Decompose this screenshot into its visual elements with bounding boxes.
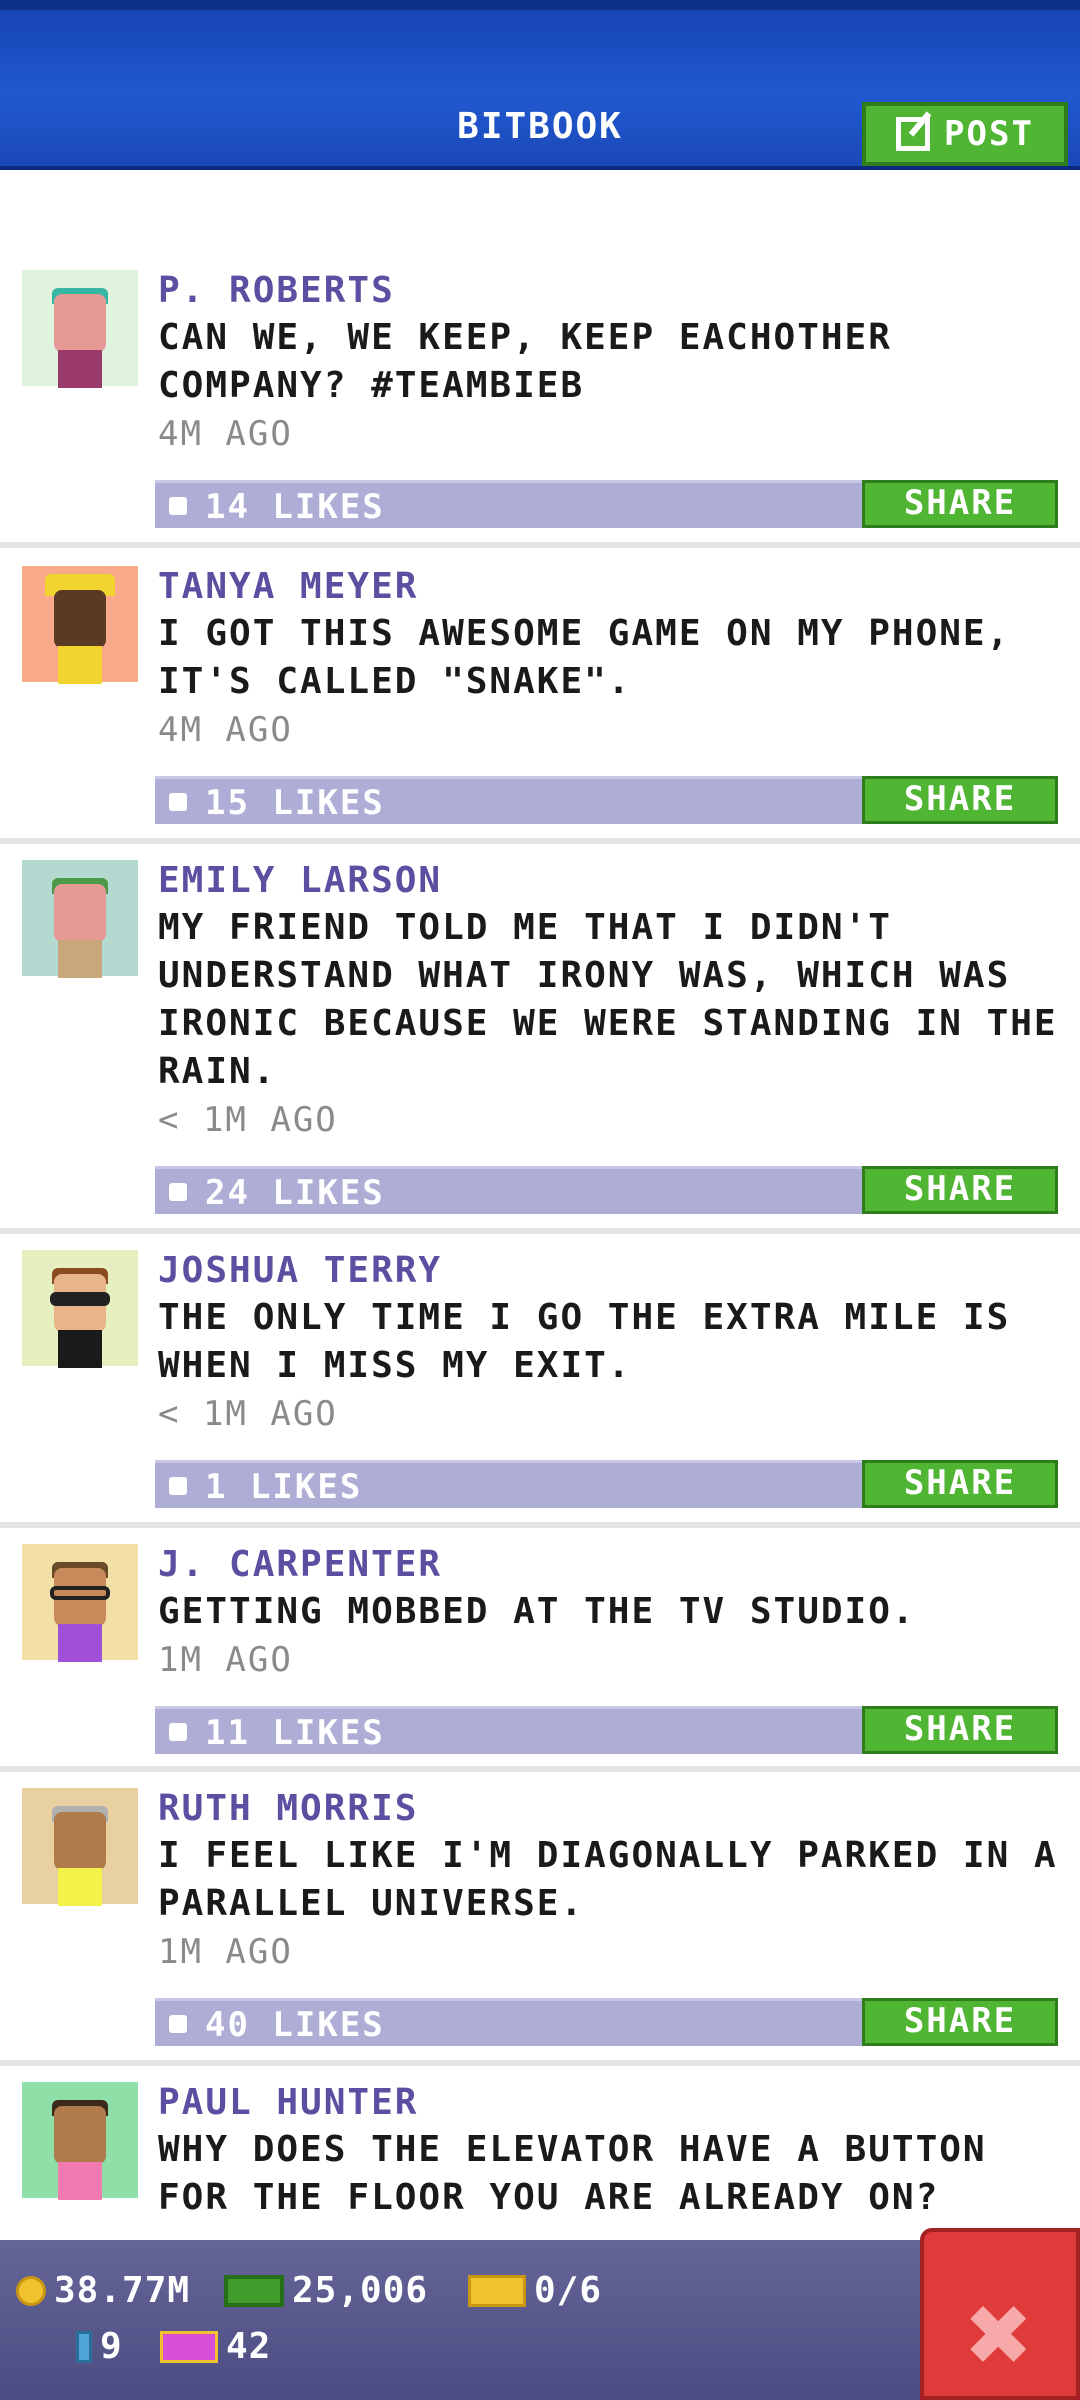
author-name[interactable]: EMILY LARSON (158, 860, 442, 901)
post-time: < 1M AGO (158, 1100, 338, 1140)
thumbs-up-icon (169, 793, 187, 811)
close-icon: ✖ (966, 2270, 1034, 2398)
post-time: < 1M AGO (158, 1394, 338, 1434)
app-header: BITBOOK POST (0, 0, 1080, 170)
vip-icon (160, 2330, 218, 2363)
likes-count: 11 LIKES (205, 1713, 385, 1753)
author-name[interactable]: PAUL HUNTER (158, 2082, 418, 2123)
thumbs-up-icon (169, 1183, 187, 1201)
avatar (22, 1250, 138, 1368)
share-button[interactable]: SHARE (862, 1460, 1058, 1508)
share-button[interactable]: SHARE (862, 776, 1058, 824)
bux-icon (76, 2330, 92, 2363)
post-time: 1M AGO (158, 1640, 293, 1680)
likes-count: 14 LIKES (205, 487, 385, 527)
author-name[interactable]: TANYA MEYER (158, 566, 418, 607)
close-button[interactable]: ✖ (920, 2228, 1080, 2400)
bux-value: 9 (100, 2326, 123, 2367)
divider (0, 1522, 1080, 1528)
coins-stat: 38.77M (16, 2270, 190, 2311)
thumbs-up-icon (169, 2015, 187, 2033)
post-button[interactable]: POST (862, 102, 1068, 166)
status-bar: 38.77M 25,006 0/6 9 42 (0, 2240, 1080, 2400)
avatar (22, 270, 138, 388)
share-button[interactable]: SHARE (862, 480, 1058, 528)
compose-icon (896, 117, 931, 151)
post-time: 4M AGO (158, 414, 293, 454)
likes-count: 15 LIKES (205, 783, 385, 823)
post-text: I FEEL LIKE I'M DIAGONALLY PARKED IN A P… (158, 1835, 1058, 1924)
divider (0, 1766, 1080, 1772)
post-text: CAN WE, WE KEEP, KEEP EACHOTHER COMPANY?… (158, 317, 892, 406)
bux-stat: 9 (76, 2326, 123, 2367)
share-button[interactable]: SHARE (862, 1706, 1058, 1754)
post-button-label: POST (944, 114, 1034, 154)
avatar (22, 1788, 138, 1906)
likes-count: 24 LIKES (205, 1173, 385, 1213)
share-button[interactable]: SHARE (862, 1998, 1058, 2046)
share-button[interactable]: SHARE (862, 1166, 1058, 1214)
divider (0, 838, 1080, 844)
tickets-stat: 0/6 (468, 2270, 602, 2311)
divider (0, 1228, 1080, 1234)
author-name[interactable]: P. ROBERTS (158, 270, 395, 311)
feed-list[interactable]: P. ROBERTS CAN WE, WE KEEP, KEEP EACHOTH… (0, 170, 1080, 2240)
likes-count: 1 LIKES (205, 1467, 363, 1507)
coin-icon (16, 2275, 46, 2306)
author-name[interactable]: J. CARPENTER (158, 1544, 442, 1585)
post-time: 4M AGO (158, 710, 293, 750)
post-text: THE ONLY TIME I GO THE EXTRA MILE IS WHE… (158, 1297, 1011, 1386)
author-name[interactable]: JOSHUA TERRY (158, 1250, 442, 1291)
vip-value: 42 (226, 2326, 272, 2367)
avatar (22, 860, 138, 978)
post-text: MY FRIEND TOLD ME THAT I DIDN'T UNDERSTA… (158, 907, 1058, 1092)
thumbs-up-icon (169, 1477, 187, 1495)
thumbs-up-icon (169, 1723, 187, 1741)
post-text: WHY DOES THE ELEVATOR HAVE A BUTTON FOR … (158, 2129, 987, 2218)
vip-stat: 42 (160, 2326, 271, 2367)
coins-value: 38.77M (54, 2270, 191, 2311)
cash-value: 25,006 (292, 2270, 429, 2311)
post-time: 1M AGO (158, 1932, 293, 1972)
tickets-value: 0/6 (534, 2270, 603, 2311)
ticket-icon (468, 2274, 526, 2307)
likes-count: 40 LIKES (205, 2005, 385, 2045)
author-name[interactable]: RUTH MORRIS (158, 1788, 418, 1829)
avatar (22, 2082, 138, 2200)
divider (0, 2060, 1080, 2066)
avatar (22, 1544, 138, 1662)
thumbs-up-icon (169, 497, 187, 515)
avatar (22, 566, 138, 684)
cash-stat: 25,006 (224, 2270, 428, 2311)
cash-icon (224, 2274, 284, 2307)
divider (0, 542, 1080, 548)
post-text: I GOT THIS AWESOME GAME ON MY PHONE, IT'… (158, 613, 1011, 702)
post-text: GETTING MOBBED AT THE TV STUDIO. (158, 1591, 916, 1632)
